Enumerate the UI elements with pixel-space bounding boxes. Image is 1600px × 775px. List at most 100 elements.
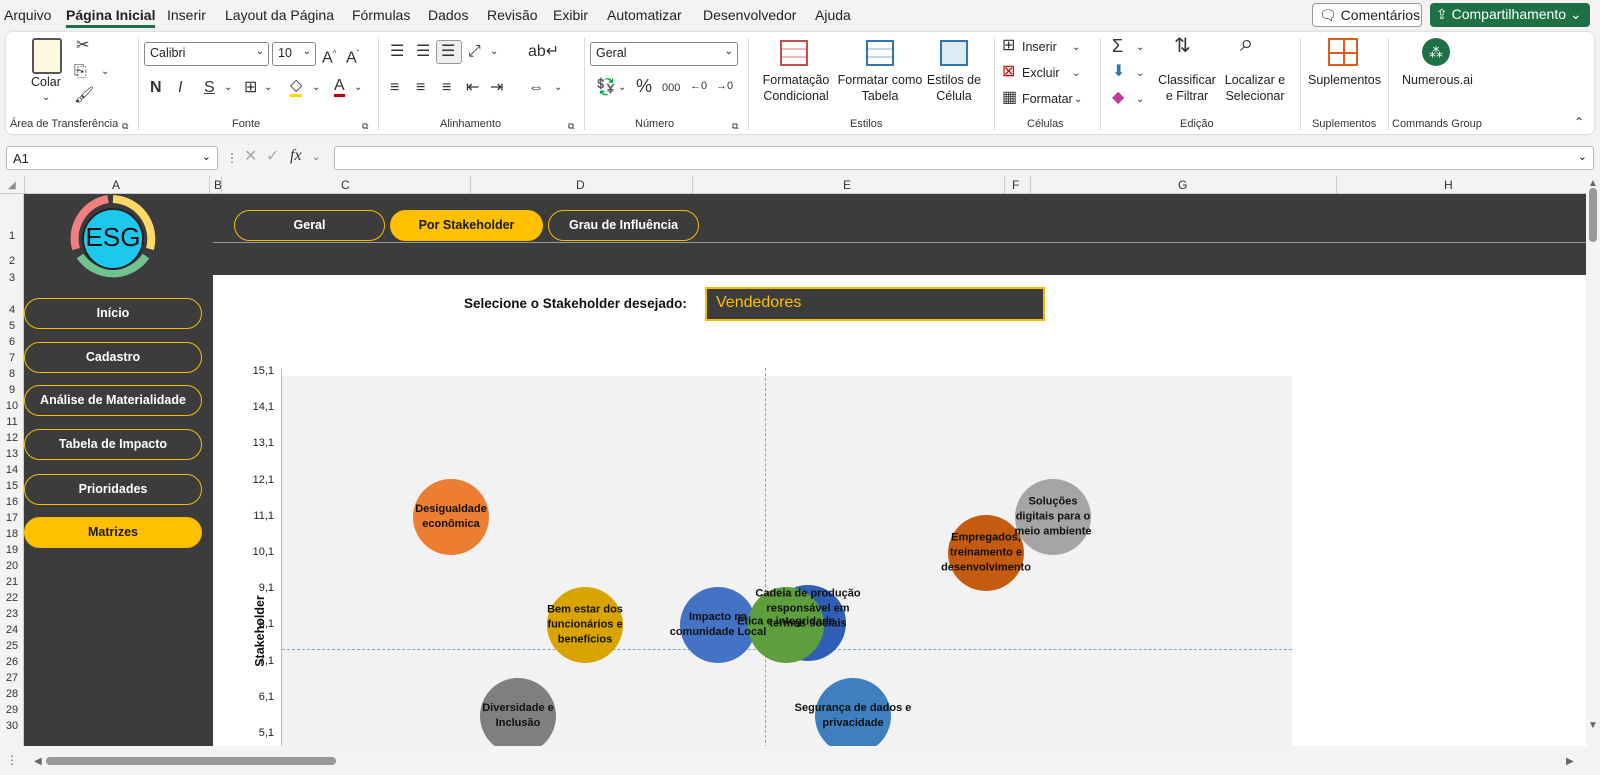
scroll-left-icon[interactable]: ◀ [34, 754, 42, 770]
row-header[interactable]: 21 [0, 576, 24, 588]
menu-pagina-inicial[interactable]: Página Inicial [66, 7, 156, 28]
format-button[interactable]: Formatar [1022, 91, 1073, 107]
cell-styles-icon[interactable] [940, 40, 968, 66]
nav-analise-materialidade[interactable]: Análise de Materialidade [24, 385, 202, 416]
more-options-icon[interactable]: ⋮ [226, 150, 238, 166]
chevron-down-icon[interactable]: ⌄ [42, 90, 50, 106]
scroll-down-icon[interactable]: ▼ [1588, 718, 1598, 734]
row-header[interactable]: 10 [0, 400, 24, 412]
row-header[interactable]: 29 [0, 704, 24, 716]
font-name-select[interactable]: Calibri ⌄ [144, 42, 269, 66]
row-header[interactable]: 16 [0, 496, 24, 508]
name-box[interactable]: A1 ⌄ [6, 146, 218, 170]
dialog-launcher-icon[interactable]: ⧉ [732, 118, 738, 134]
chevron-down-icon[interactable]: ⌄ [1074, 92, 1082, 108]
row-header[interactable]: 3 [0, 272, 24, 284]
conditional-formatting-button[interactable]: Formatação Condicional [754, 72, 838, 104]
menu-inserir[interactable]: Inserir [167, 7, 206, 23]
chevron-down-icon[interactable]: ⌄ [1072, 40, 1080, 56]
select-all-icon[interactable]: ◢ [8, 178, 16, 194]
horizontal-scrollbar[interactable]: ⋮ ◀ ▶ [0, 746, 1600, 775]
percent-icon[interactable]: % [636, 77, 652, 95]
chevron-down-icon[interactable]: ⌄ [490, 44, 498, 60]
insert-cells-icon[interactable]: ⊞ [1002, 38, 1015, 54]
comments-button[interactable]: 🗨 Comentários [1312, 3, 1422, 27]
menu-ajuda[interactable]: Ajuda [815, 7, 851, 23]
align-right-icon[interactable]: ≡ [442, 80, 451, 96]
increase-font-icon[interactable]: A^ [322, 46, 336, 66]
align-left-icon[interactable]: ≡ [390, 80, 399, 96]
decrease-indent-icon[interactable]: ⇤ [466, 80, 479, 96]
scroll-right-icon[interactable]: ▶ [1566, 754, 1574, 770]
chevron-down-icon[interactable]: ⌄ [224, 80, 232, 96]
borders-icon[interactable]: ⊞ [244, 80, 257, 96]
row-header[interactable]: 25 [0, 640, 24, 652]
menu-automatizar[interactable]: Automatizar [607, 7, 682, 23]
row-header[interactable]: 11 [0, 416, 24, 428]
row-header[interactable]: 23 [0, 608, 24, 620]
row-header[interactable]: 15 [0, 480, 24, 492]
more-options-icon[interactable]: ⋮ [6, 752, 18, 768]
row-header[interactable]: 5 [0, 320, 24, 332]
addins-icon[interactable] [1328, 38, 1358, 66]
row-header[interactable]: 28 [0, 688, 24, 700]
wrap-text-icon[interactable]: ab↵ [528, 44, 559, 60]
row-header[interactable]: 19 [0, 544, 24, 556]
orientation-icon[interactable]: ⤢ [468, 44, 481, 60]
row-header[interactable]: 2 [0, 255, 24, 267]
cell-styles-button[interactable]: Estilos de Célula [924, 72, 984, 104]
tab-geral[interactable]: Geral [234, 210, 385, 241]
menu-desenvolvedor[interactable]: Desenvolvedor [703, 7, 796, 23]
sort-filter-button[interactable]: Classificar e Filtrar [1156, 72, 1218, 104]
align-center-icon[interactable]: ≡ [416, 80, 425, 96]
increase-decimal-icon[interactable]: ←0 [690, 78, 707, 94]
chevron-down-icon[interactable]: ⌄ [101, 64, 109, 80]
merge-center-icon[interactable]: ⇔ [528, 80, 544, 96]
row-header[interactable]: 17 [0, 512, 24, 524]
row-header[interactable]: 26 [0, 656, 24, 668]
font-color-icon[interactable]: A [334, 78, 345, 97]
cut-icon[interactable]: ✂ [76, 38, 89, 54]
numerous-ai-icon[interactable]: ⁂ [1422, 38, 1450, 66]
column-header-a[interactable]: A [112, 178, 120, 192]
chevron-down-icon[interactable]: ⌄ [312, 80, 320, 96]
vertical-scrollbar[interactable]: ▲ ▼ [1586, 176, 1600, 746]
chevron-down-icon[interactable]: ⌄ [264, 80, 272, 96]
format-table-icon[interactable] [866, 40, 894, 66]
nav-cadastro[interactable]: Cadastro [24, 342, 202, 373]
nav-prioridades[interactable]: Prioridades [24, 474, 202, 505]
increase-indent-icon[interactable]: ⇥ [490, 80, 503, 96]
chevron-down-icon[interactable]: ⌄ [1136, 92, 1144, 108]
insert-button[interactable]: Inserir [1022, 39, 1057, 55]
menu-exibir[interactable]: Exibir [553, 7, 588, 23]
conditional-formatting-icon[interactable] [780, 40, 808, 66]
row-header[interactable]: 9 [0, 384, 24, 396]
row-header[interactable]: 7 [0, 352, 24, 364]
bold-icon[interactable]: N [150, 80, 162, 96]
column-header-c[interactable]: C [341, 178, 350, 192]
autosum-icon[interactable]: Σ [1112, 37, 1123, 55]
currency-icon[interactable]: 💱 [596, 80, 616, 96]
tab-por-stakeholder[interactable]: Por Stakeholder [390, 210, 543, 241]
decrease-decimal-icon[interactable]: →0 [716, 78, 733, 94]
copy-icon[interactable]: ⎘ [74, 64, 87, 80]
dialog-launcher-icon[interactable]: ⧉ [362, 118, 368, 134]
delete-cells-icon[interactable]: ⊠ [1002, 64, 1015, 80]
row-header[interactable]: 24 [0, 624, 24, 636]
nav-tabela-impacto[interactable]: Tabela de Impacto [24, 429, 202, 460]
column-header-e[interactable]: E [843, 178, 851, 192]
format-cells-icon[interactable]: ▦ [1002, 90, 1017, 106]
row-header[interactable]: 4 [0, 304, 24, 316]
paste-icon[interactable] [32, 38, 62, 74]
clear-icon[interactable]: ◆ [1112, 90, 1124, 106]
fill-icon[interactable]: ⬇ [1112, 64, 1125, 80]
cancel-icon[interactable]: ✕ [244, 149, 257, 165]
row-header[interactable]: 18 [0, 528, 24, 540]
underline-icon[interactable]: S [204, 80, 215, 96]
thousands-separator-icon[interactable]: 000 [662, 80, 680, 96]
font-size-select[interactable]: 10 ⌄ [272, 42, 316, 66]
row-header[interactable]: 22 [0, 592, 24, 604]
row-header[interactable]: 12 [0, 432, 24, 444]
addins-button[interactable]: Suplementos [1308, 72, 1381, 88]
chevron-down-icon[interactable]: ⌄ [618, 80, 626, 96]
